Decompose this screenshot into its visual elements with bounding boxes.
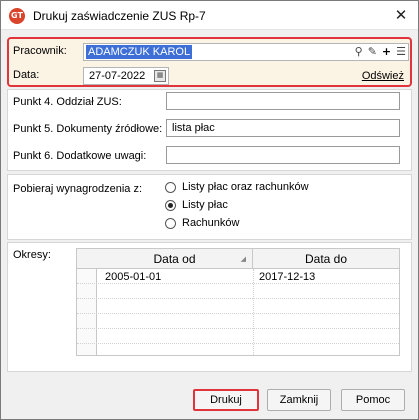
wages-label: Pobieraj wynagrodzenia z: xyxy=(13,183,143,195)
radio-label-1: Listy płac oraz rachunków xyxy=(182,181,309,193)
radio-label-3: Rachunków xyxy=(182,217,240,229)
calendar-icon[interactable]: ▦ xyxy=(154,70,166,82)
radio-option-2[interactable]: Listy płac xyxy=(165,199,228,211)
app-logo-icon: GT xyxy=(9,8,25,24)
wages-section: Pobieraj wynagrodzenia z: Listy płac ora… xyxy=(7,174,412,240)
radio-dot-2 xyxy=(165,199,176,211)
column-header-date-to[interactable]: Data do xyxy=(253,249,399,269)
employee-label: Pracownik: xyxy=(13,45,67,57)
help-button[interactable]: Pomoc xyxy=(341,389,405,411)
list-icon[interactable]: ☰ xyxy=(396,44,406,60)
edit-icon[interactable]: ✎ xyxy=(368,44,377,60)
fields-section: Punkt 4. Oddział ZUS: Punkt 5. Dokumenty… xyxy=(7,89,412,171)
p5-input[interactable]: lista płac xyxy=(166,119,400,137)
radio-label-2: Listy płac xyxy=(182,199,228,211)
employee-field[interactable]: ADAMCZUK KAROL ⚲ ✎ + ☰ xyxy=(83,43,409,61)
employee-value: ADAMCZUK KAROL xyxy=(86,45,193,59)
p5-label: Punkt 5. Dokumenty źródłowe: xyxy=(13,123,163,135)
radio-option-3[interactable]: Rachunków xyxy=(165,217,239,229)
table-header: Data od ◢ Data do xyxy=(77,249,399,269)
search-icon[interactable]: ⚲ xyxy=(355,44,363,60)
cell-date-to: 2017-12-13 xyxy=(259,271,316,283)
radio-option-1[interactable]: Listy płac oraz rachunków xyxy=(165,181,309,193)
column-header-date-from[interactable]: Data od ◢ xyxy=(97,249,253,269)
refresh-link[interactable]: Odśwież xyxy=(362,70,404,82)
p6-input[interactable] xyxy=(166,146,400,164)
title-bar: GT Drukuj zaświadczenie ZUS Rp-7 ✕ xyxy=(1,1,418,30)
radio-dot-3 xyxy=(165,217,176,229)
p4-input[interactable] xyxy=(166,92,400,110)
sort-icon: ◢ xyxy=(240,255,246,263)
periods-table[interactable]: Data od ◢ Data do 2005-01-01 2017-12-13 xyxy=(76,248,400,356)
employee-tools: ⚲ ✎ + ☰ xyxy=(355,44,406,60)
close-window-button[interactable]: ✕ xyxy=(390,5,412,25)
table-row[interactable] xyxy=(77,285,399,299)
add-icon[interactable]: + xyxy=(382,44,391,60)
cell-date-from: 2005-01-01 xyxy=(105,271,162,283)
employee-panel: Pracownik: ADAMCZUK KAROL ⚲ ✎ + ☰ Data: … xyxy=(7,37,412,87)
print-button[interactable]: Drukuj xyxy=(193,389,259,411)
p6-label: Punkt 6. Dodatkowe uwagi: xyxy=(13,150,147,162)
p4-label: Punkt 4. Oddział ZUS: xyxy=(13,96,122,108)
table-row[interactable] xyxy=(77,330,399,344)
date-label: Data: xyxy=(13,69,40,81)
date-field[interactable]: 27-07-2022 ▦ xyxy=(83,67,169,85)
cancel-button[interactable]: Zamknij xyxy=(267,389,331,411)
window-title: Drukuj zaświadczenie ZUS Rp-7 xyxy=(33,9,206,23)
date-value: 27-07-2022 xyxy=(89,70,146,82)
periods-section: Okresy: Data od ◢ Data do 2005-01-01 201… xyxy=(7,242,412,372)
table-row[interactable] xyxy=(77,300,399,314)
radio-dot-1 xyxy=(165,181,176,193)
table-row[interactable]: 2005-01-01 2017-12-13 xyxy=(77,270,399,284)
dialog-window: GT Drukuj zaświadczenie ZUS Rp-7 ✕ Praco… xyxy=(0,0,419,420)
p5-value: lista płac xyxy=(172,122,215,134)
column-header-date-from-label: Data od xyxy=(153,252,196,266)
periods-label: Okresy: xyxy=(13,249,51,261)
table-row[interactable] xyxy=(77,315,399,329)
